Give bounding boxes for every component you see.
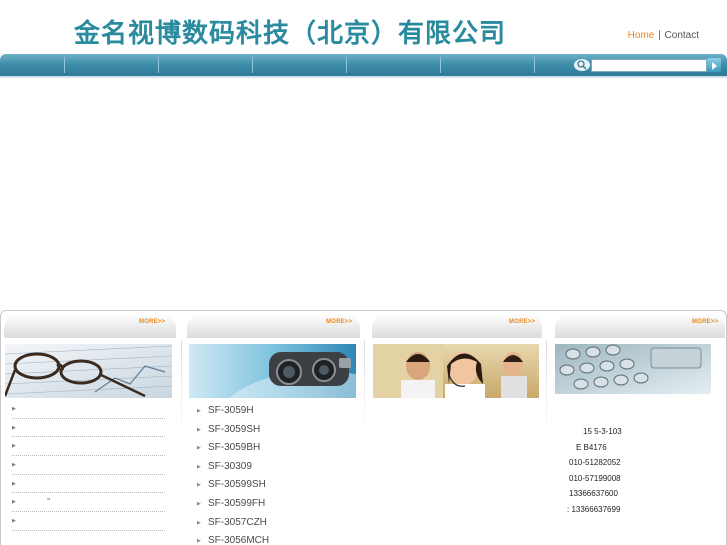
bullet-icon: ▶ (12, 443, 16, 450)
contact-phone-2: 010-57199008 (569, 473, 621, 483)
search-input[interactable] (591, 59, 707, 72)
contact-mobile-1: 13366637600 (569, 489, 618, 498)
product-link[interactable]: SF-3056MCH (208, 535, 269, 545)
nav-item-2[interactable] (65, 57, 159, 73)
bullet-icon: ▶ (197, 463, 201, 470)
news-item-text[interactable]: " (47, 497, 50, 505)
glasses-document-photo (5, 344, 172, 398)
list-item[interactable]: ▶ (12, 456, 165, 475)
contact-address: 15 5-3-103 (583, 427, 622, 436)
contact-info: 15 5-3-103 E B4176 010-51282052 010-5719… (560, 427, 622, 520)
more-link[interactable]: MORE>> (509, 319, 535, 325)
product-link[interactable]: SF-30599FH (208, 498, 265, 509)
home-link[interactable]: Home (628, 30, 655, 41)
column-header (187, 314, 360, 338)
bullet-icon: ▶ (12, 462, 16, 469)
list-item[interactable]: ▶ (12, 437, 165, 457)
nav-item-5[interactable] (347, 57, 441, 73)
bullet-icon: ▶ (197, 500, 201, 507)
contact-link[interactable]: Contact (665, 30, 699, 41)
product-link[interactable]: SF-3059BH (208, 442, 260, 453)
cctv-camera-photo (189, 344, 356, 398)
bullet-icon: ▶ (12, 424, 16, 431)
phone-keypad-photo (555, 344, 711, 394)
product-link[interactable]: SF-3059H (208, 405, 254, 416)
contact-postcode: E B4176 (576, 442, 607, 452)
nav-item-4[interactable] (253, 57, 347, 73)
search-icon (574, 59, 590, 71)
arrow-right-icon (712, 62, 717, 70)
bullet-icon: ▶ (197, 519, 201, 526)
header: 金名视博数码科技（北京）有限公司 Home | Contact (0, 0, 727, 54)
list-item[interactable]: ▶ (12, 400, 165, 419)
bullet-icon: ▶ (12, 499, 16, 506)
list-item[interactable]: ▶ (12, 475, 165, 494)
bullet-icon: ▶ (12, 518, 16, 525)
list-item[interactable]: ▶ (12, 512, 165, 531)
search-go-button[interactable] (707, 58, 721, 72)
contact-mobile-2: : 13366637699 (567, 504, 621, 514)
company-title: 金名视博数码科技（北京）有限公司 (74, 19, 507, 49)
bullet-icon: ▶ (197, 426, 201, 433)
list-item[interactable]: ▶ " (12, 493, 165, 513)
bullet-icon: ▶ (197, 445, 201, 452)
contact-phone-1: 010-51282052 (569, 458, 621, 467)
column-header (4, 314, 176, 338)
link-separator: | (658, 30, 661, 41)
nav-item-3[interactable] (159, 57, 253, 73)
bullet-icon: ▶ (197, 482, 201, 489)
product-link[interactable]: SF-3057CZH (208, 517, 267, 528)
column-divider (546, 340, 547, 440)
column-divider (181, 340, 182, 440)
column-divider (364, 340, 365, 440)
product-link[interactable]: SF-30599SH (208, 479, 266, 490)
bullet-icon: ▶ (197, 408, 201, 414)
column-header (555, 314, 725, 338)
top-links: Home | Contact (628, 30, 699, 41)
more-link[interactable]: MORE>> (692, 319, 718, 325)
product-link[interactable]: SF-30309 (208, 461, 252, 472)
nav-item-1[interactable] (0, 57, 65, 73)
bullet-icon: ▶ (197, 538, 201, 545)
news-list: ▶ ▶ ▶ ▶ ▶ ▶ " ▶ (12, 400, 165, 531)
banner-area (0, 78, 727, 310)
support-agents-photo (373, 344, 539, 398)
column-header (372, 314, 542, 338)
nav-item-6[interactable] (441, 57, 535, 73)
list-item[interactable]: ▶ (12, 419, 165, 438)
more-link[interactable]: MORE>> (139, 319, 165, 325)
product-link[interactable]: SF-3059SH (208, 424, 260, 435)
bullet-icon: ▶ (12, 480, 16, 487)
bullet-icon: ▶ (12, 406, 16, 412)
more-link[interactable]: MORE>> (326, 319, 352, 325)
